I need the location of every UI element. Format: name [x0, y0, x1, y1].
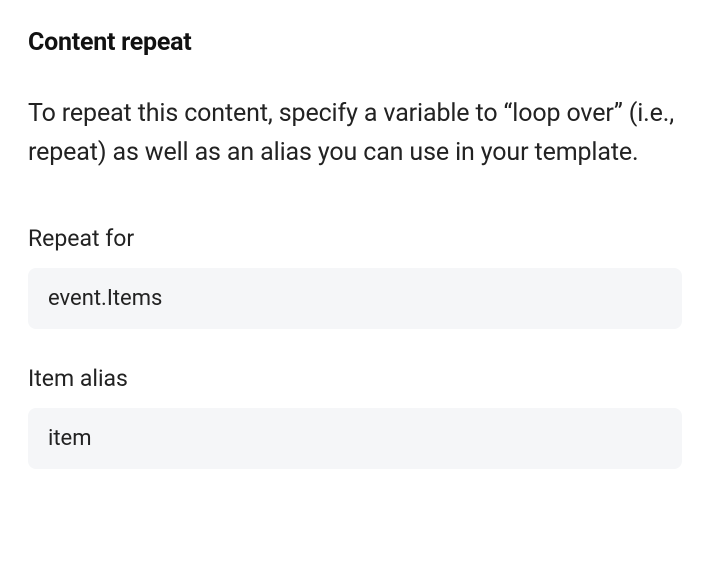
repeat-for-input[interactable]	[28, 268, 682, 329]
item-alias-input[interactable]	[28, 408, 682, 469]
repeat-for-label: Repeat for	[28, 225, 682, 252]
section-title: Content repeat	[28, 28, 682, 57]
section-description: To repeat this content, specify a variab…	[28, 95, 682, 173]
item-alias-field-group: Item alias	[28, 365, 682, 469]
repeat-for-field-group: Repeat for	[28, 225, 682, 329]
item-alias-label: Item alias	[28, 365, 682, 392]
